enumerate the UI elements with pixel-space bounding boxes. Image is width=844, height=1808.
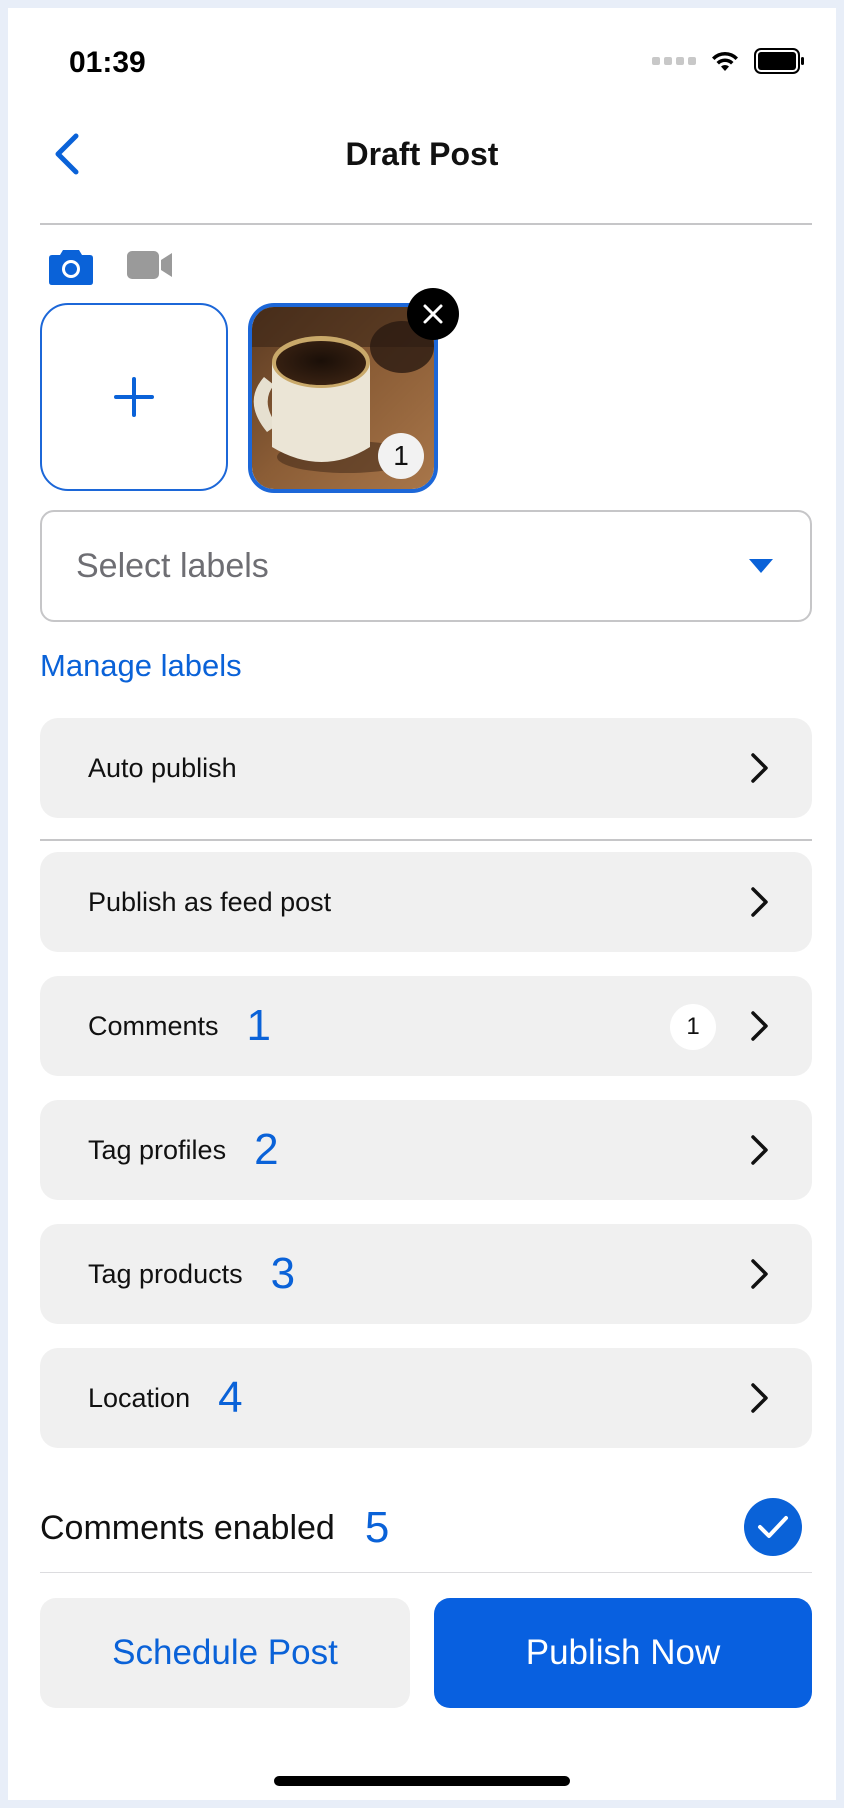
location-marker: 4 <box>218 1373 243 1422</box>
section-divider <box>40 839 812 841</box>
close-icon <box>423 304 443 324</box>
battery-icon <box>754 48 804 74</box>
chevron-right-icon <box>751 1383 768 1413</box>
comments-marker: 1 <box>246 1001 272 1050</box>
location-row[interactable]: Location 4 <box>40 1348 812 1448</box>
comments-enabled-checkbox[interactable] <box>744 1498 802 1556</box>
camera-icon[interactable] <box>48 248 94 286</box>
publish-feed-post-label: Publish as feed post <box>88 886 332 917</box>
page-title: Draft Post <box>345 136 499 172</box>
chevron-right-icon <box>751 887 768 917</box>
chevron-right-icon <box>751 1135 768 1165</box>
media-thumbnail[interactable]: 1 <box>248 303 438 493</box>
chevron-right-icon <box>751 753 768 783</box>
publish-now-button[interactable]: Publish Now <box>434 1598 812 1708</box>
add-media-button[interactable] <box>40 303 228 491</box>
remove-media-button[interactable] <box>407 288 459 340</box>
comments-row[interactable]: Comments 1 1 <box>40 976 812 1076</box>
manage-labels-link[interactable]: Manage labels <box>40 648 242 684</box>
video-icon[interactable] <box>126 248 174 282</box>
tag-products-marker: 3 <box>270 1249 296 1298</box>
caret-down-icon <box>749 559 773 573</box>
plus-icon <box>114 377 154 417</box>
status-icons <box>652 46 806 76</box>
schedule-post-button[interactable]: Schedule Post <box>40 1598 410 1708</box>
comments-enabled-label: Comments enabled <box>40 1508 335 1547</box>
status-time: 01:39 <box>69 46 146 79</box>
comments-count-badge: 1 <box>670 1004 716 1050</box>
auto-publish-row[interactable]: Auto publish <box>40 718 812 818</box>
tag-products-row[interactable]: Tag products 3 <box>40 1224 812 1324</box>
footer-divider <box>40 1572 812 1573</box>
header-divider <box>40 223 812 225</box>
selection-order-badge: 1 <box>378 433 424 479</box>
comments-enabled-marker: 5 <box>364 1503 390 1552</box>
auto-publish-label: Auto publish <box>88 752 237 783</box>
screen: 01:39 Draft Post 1 Select labels Manage … <box>8 8 836 1800</box>
home-indicator <box>274 1776 570 1786</box>
publish-feed-post-row[interactable]: Publish as feed post <box>40 852 812 952</box>
comments-label: Comments <box>88 1010 219 1041</box>
chevron-right-icon <box>751 1011 768 1041</box>
location-label: Location <box>88 1382 191 1413</box>
tag-products-label: Tag products <box>88 1258 243 1289</box>
labels-select-placeholder: Select labels <box>76 546 269 585</box>
tag-profiles-marker: 2 <box>254 1125 279 1174</box>
chevron-right-icon <box>751 1259 768 1289</box>
labels-select[interactable]: Select labels <box>40 510 812 622</box>
comments-enabled-row: Comments enabled 5 <box>40 1488 812 1568</box>
signal-icon <box>652 57 696 65</box>
checkmark-icon <box>758 1516 788 1538</box>
tag-profiles-label: Tag profiles <box>88 1134 227 1165</box>
tag-profiles-row[interactable]: Tag profiles 2 <box>40 1100 812 1200</box>
wifi-icon <box>712 51 738 71</box>
